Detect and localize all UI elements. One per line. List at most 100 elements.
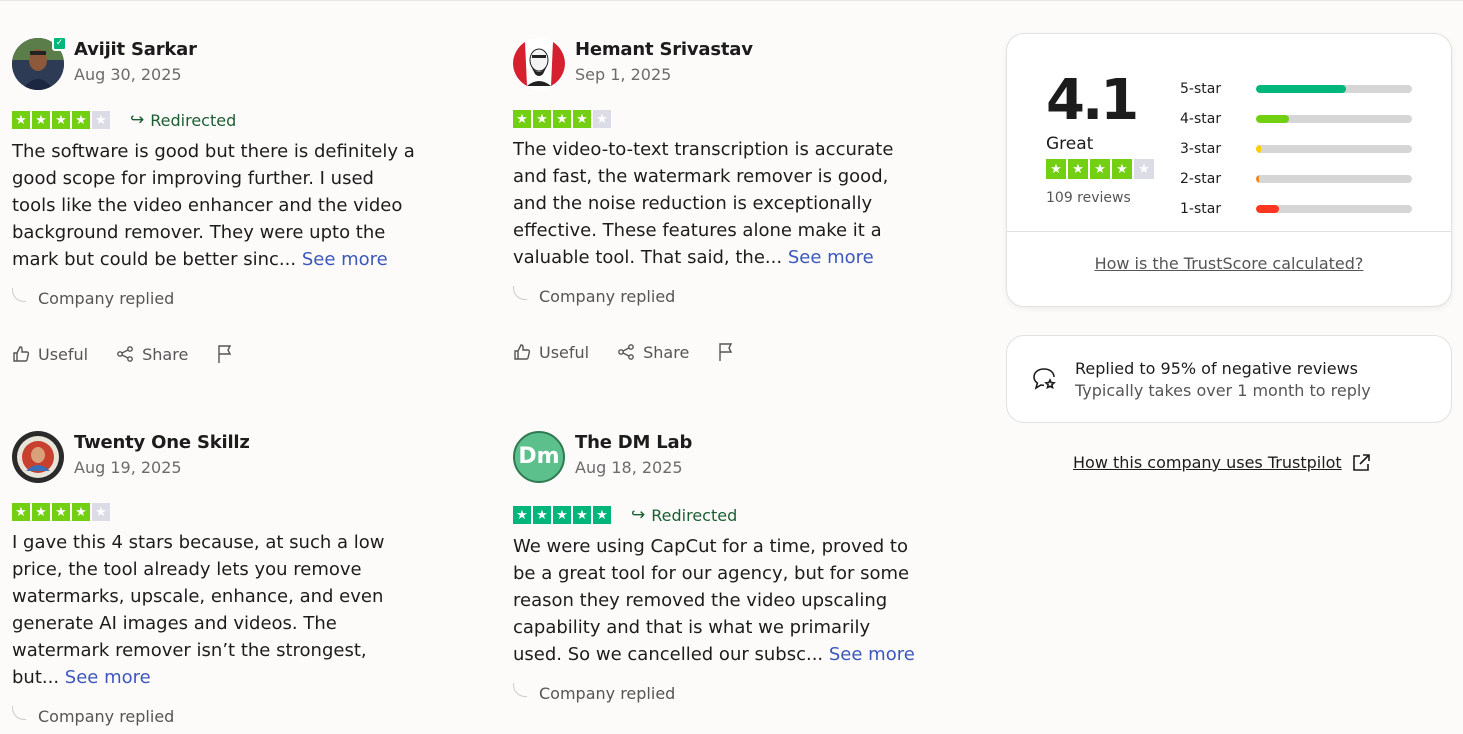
star-icon: ★ <box>72 503 90 521</box>
distribution-fill <box>1256 175 1260 183</box>
see-more-link[interactable]: See more <box>65 667 151 688</box>
review-date: Aug 30, 2025 <box>74 65 182 84</box>
star-icon: ★ <box>593 110 611 128</box>
reply-time: Typically takes over 1 month to reply <box>1075 380 1371 400</box>
avatar[interactable]: Dm <box>513 431 565 483</box>
review-actions: Useful Share <box>513 342 933 362</box>
star-icon: ★ <box>52 503 70 521</box>
star-icon: ★ <box>92 503 110 521</box>
reviewer-name[interactable]: Twenty One Skillz <box>74 432 250 453</box>
star-icon: ★ <box>513 506 531 524</box>
reply-thread-icon <box>513 682 527 697</box>
speech-bubble-star-icon <box>1033 368 1056 390</box>
distribution-bar <box>1256 115 1412 123</box>
company-replied-label: Company replied <box>539 684 676 703</box>
redirected-text: Redirected <box>651 505 738 525</box>
avatar[interactable] <box>513 38 565 90</box>
star-icon: ★ <box>72 111 90 129</box>
star-icon: ★ <box>32 503 50 521</box>
star-rating: ★ ★ ★ ★ ★ <box>12 503 110 521</box>
avatar-initials: Dm <box>518 444 560 469</box>
company-replied[interactable]: Company replied <box>513 285 933 306</box>
distribution-label: 1-star <box>1180 201 1222 217</box>
star-rating: ★ ★ ★ ★ ★ <box>513 506 611 524</box>
star-icon: ★ <box>533 506 551 524</box>
redirect-arrow-icon: ↪ <box>130 110 145 130</box>
share-icon <box>117 346 134 362</box>
distribution-row-3[interactable]: 3-star <box>1180 134 1412 164</box>
review-header: ✓ Avijit Sarkar Aug 30, 2025 <box>12 36 432 90</box>
star-icon: ★ <box>553 110 571 128</box>
review-date: Aug 18, 2025 <box>575 458 683 477</box>
card-divider <box>1007 231 1451 232</box>
report-button[interactable] <box>216 344 234 364</box>
review-card: Twenty One Skillz Aug 19, 2025 ★ ★ ★ ★ ★… <box>12 431 432 726</box>
company-replied[interactable]: Company replied <box>12 705 432 726</box>
distribution-bar <box>1256 145 1412 153</box>
trustscore-label: Great <box>1046 134 1094 154</box>
reviewer-name[interactable]: Avijit Sarkar <box>74 39 197 60</box>
trustscore-card: 4.1 Great ★ ★ ★ ★ ★ 109 reviews 5-star 4… <box>1006 33 1452 307</box>
distribution-fill <box>1256 205 1280 213</box>
distribution-fill <box>1256 85 1347 93</box>
useful-button[interactable]: Useful <box>12 345 88 364</box>
useful-button[interactable]: Useful <box>513 343 589 362</box>
star-icon: ★ <box>52 111 70 129</box>
distribution-label: 5-star <box>1180 81 1222 97</box>
review-header: Dm The DM Lab Aug 18, 2025 <box>513 431 933 483</box>
share-button[interactable]: Share <box>116 345 188 364</box>
distribution-row-1[interactable]: 1-star <box>1180 194 1412 224</box>
company-replied-label: Company replied <box>38 707 175 726</box>
useful-label: Useful <box>539 342 590 362</box>
star-icon: ★ <box>533 110 551 128</box>
rating-distribution: 5-star 4-star 3-star 2-star 1-star <box>1180 74 1412 224</box>
star-icon: ★ <box>573 110 591 128</box>
distribution-row-5[interactable]: 5-star <box>1180 74 1412 104</box>
company-link-label: How this company uses Trustpilot <box>1073 453 1342 472</box>
star-icon: ★ <box>1068 159 1088 179</box>
redirected-text: Redirected <box>150 110 237 130</box>
star-icon: ★ <box>553 506 571 524</box>
distribution-row-4[interactable]: 4-star <box>1180 104 1412 134</box>
review-actions: Useful Share <box>12 344 432 364</box>
distribution-fill <box>1256 115 1289 123</box>
share-label: Share <box>643 342 690 362</box>
see-more-link[interactable]: See more <box>302 249 388 270</box>
distribution-bar <box>1256 205 1412 213</box>
distribution-row-2[interactable]: 2-star <box>1180 164 1412 194</box>
distribution-bar <box>1256 175 1412 183</box>
company-trustpilot-link[interactable]: How this company uses Trustpilot <box>1073 453 1370 472</box>
reply-thread-icon <box>12 705 26 720</box>
reviewer-name[interactable]: Hemant Srivastav <box>575 39 753 60</box>
company-replied-label: Company replied <box>38 289 175 308</box>
star-icon: ★ <box>32 111 50 129</box>
review-card: Hemant Srivastav Sep 1, 2025 ★ ★ ★ ★ ★ T… <box>513 38 933 362</box>
distribution-fill <box>1256 145 1261 153</box>
company-replied[interactable]: Company replied <box>12 287 432 308</box>
report-button[interactable] <box>717 342 735 362</box>
avatar[interactable]: ✓ <box>12 36 67 90</box>
company-replied[interactable]: Company replied <box>513 682 933 703</box>
review-text: The video-to-text transcription is accur… <box>513 136 923 271</box>
review-date: Sep 1, 2025 <box>575 65 672 84</box>
see-more-link[interactable]: See more <box>829 644 915 665</box>
review-body: I gave this 4 stars because, at such a l… <box>12 532 385 688</box>
distribution-label: 2-star <box>1180 171 1222 187</box>
avatar[interactable] <box>12 431 64 483</box>
trustscore-calculation-link[interactable]: How is the TrustScore calculated? <box>1007 254 1451 273</box>
rating-row: ★ ★ ★ ★ ★ ↪ Redirected <box>513 505 933 525</box>
thumbs-up-icon <box>13 346 30 362</box>
star-icon: ★ <box>12 111 30 129</box>
redirected-label: ↪ Redirected <box>631 505 737 525</box>
review-text: The software is good but there is defini… <box>12 138 422 273</box>
reply-thread-icon <box>12 287 26 302</box>
share-icon <box>618 344 635 360</box>
company-replied-label: Company replied <box>539 287 676 306</box>
star-rating: ★ ★ ★ ★ ★ <box>513 110 611 128</box>
verified-badge-icon: ✓ <box>52 36 67 51</box>
share-button[interactable]: Share <box>617 343 689 362</box>
review-header: Twenty One Skillz Aug 19, 2025 <box>12 431 432 483</box>
reviewer-name[interactable]: The DM Lab <box>575 432 692 453</box>
reply-rate: Replied to 95% of negative reviews <box>1075 358 1358 378</box>
see-more-link[interactable]: See more <box>788 247 874 268</box>
